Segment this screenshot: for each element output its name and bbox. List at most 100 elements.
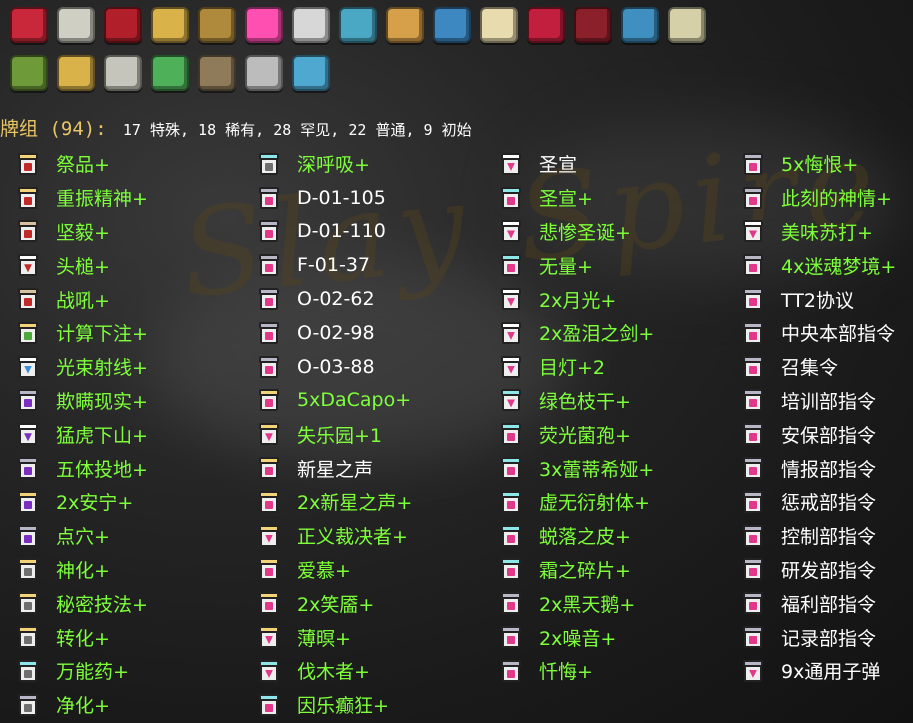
card-entry[interactable]: 点穴+ <box>0 519 148 553</box>
card-entry[interactable]: 美味苏打+ <box>725 215 896 249</box>
card-entry[interactable]: 深呼吸+ <box>241 147 412 181</box>
open-book-icon[interactable] <box>572 4 614 46</box>
card-entry[interactable]: 薄暝+ <box>241 620 412 654</box>
card-entry[interactable]: TT2协议 <box>725 282 896 316</box>
card-name: 头槌+ <box>56 255 110 278</box>
card-entry[interactable]: 无量+ <box>483 248 654 282</box>
card-entry[interactable]: 召集令 <box>725 350 896 384</box>
card-entry[interactable]: 祭品+ <box>0 147 148 181</box>
card-entry[interactable]: 圣宣 <box>483 147 654 181</box>
card-entry[interactable]: 万能药+ <box>0 654 148 688</box>
card-entry[interactable]: 悲惨圣诞+ <box>483 215 654 249</box>
card-entry[interactable]: 荧光菌孢+ <box>483 417 654 451</box>
card-entry[interactable]: 此刻的神情+ <box>725 181 896 215</box>
card-entry[interactable]: O-03-88 <box>241 350 412 384</box>
card-entry[interactable]: 5x悔恨+ <box>725 147 896 181</box>
red-shield-icon[interactable] <box>102 4 144 46</box>
card-entry[interactable]: 2x盈泪之剑+ <box>483 316 654 350</box>
card-entry[interactable]: 坚毅+ <box>0 215 148 249</box>
card-entry[interactable]: 正义裁决者+ <box>241 519 412 553</box>
wooden-board-icon[interactable] <box>196 52 238 94</box>
card-entry[interactable]: 目灯+2 <box>483 350 654 384</box>
feather-icon[interactable] <box>55 52 97 94</box>
card-entry[interactable]: 头槌+ <box>0 248 148 282</box>
card-entry[interactable]: 伐木者+ <box>241 654 412 688</box>
swirl-orb-icon[interactable] <box>525 4 567 46</box>
card-column: 祭品+ 重振精神+ 坚毅+ 头槌+ 战吼+ 计算下注+ 光束射线+ 欺瞒现实+ 猛虎下山+ 五体投… <box>0 147 148 722</box>
card-entry[interactable]: 爱慕+ <box>241 553 412 587</box>
card-entry[interactable]: 猛虎下山+ <box>0 417 148 451</box>
card-entry[interactable]: 中央本部指令 <box>725 316 896 350</box>
card-entry[interactable]: 绿色枝干+ <box>483 384 654 418</box>
card-entry[interactable]: 光束射线+ <box>0 350 148 384</box>
card-entry[interactable]: 2x噪音+ <box>483 620 654 654</box>
card-entry[interactable]: D-01-105 <box>241 181 412 215</box>
compass-icon[interactable] <box>196 4 238 46</box>
pin-cushion-icon[interactable] <box>337 4 379 46</box>
card-jar-icon <box>743 626 763 649</box>
card-entry[interactable]: 转化+ <box>0 620 148 654</box>
potted-flower-icon[interactable] <box>384 4 426 46</box>
card-entry[interactable]: 秘密技法+ <box>0 586 148 620</box>
card-jar-icon <box>743 288 763 311</box>
card-entry[interactable]: 失乐园+1 <box>241 417 412 451</box>
relic-shape <box>151 55 189 91</box>
card-entry[interactable]: 霜之碎片+ <box>483 553 654 587</box>
card-entry[interactable]: 净化+ <box>0 688 148 722</box>
green-urn-icon[interactable] <box>8 52 50 94</box>
card-entry[interactable]: 情报部指令 <box>725 451 896 485</box>
red-seal-icon[interactable] <box>8 4 50 46</box>
card-entry[interactable]: F-01-37 <box>241 248 412 282</box>
gold-leaves-icon[interactable] <box>149 4 191 46</box>
fish-bone-icon[interactable] <box>102 52 144 94</box>
card-name: 研发部指令 <box>781 559 877 582</box>
cleat-icon[interactable] <box>290 52 332 94</box>
card-entry[interactable]: 福利部指令 <box>725 586 896 620</box>
card-entry[interactable]: 新星之声 <box>241 451 412 485</box>
card-name: 福利部指令 <box>781 593 877 616</box>
card-entry[interactable]: 培训部指令 <box>725 384 896 418</box>
card-entry[interactable]: 2x黑天鹅+ <box>483 586 654 620</box>
card-entry[interactable]: 2x笑靥+ <box>241 586 412 620</box>
card-entry[interactable]: 蜕落之皮+ <box>483 519 654 553</box>
card-entry[interactable]: 因乐癫狂+ <box>241 688 412 722</box>
card-entry[interactable]: 2x安宁+ <box>0 485 148 519</box>
notebook-icon[interactable] <box>290 4 332 46</box>
card-entry[interactable]: 圣宣+ <box>483 181 654 215</box>
sticky-note-icon[interactable] <box>478 4 520 46</box>
card-name: 4x迷魂梦境+ <box>781 255 897 278</box>
relic-shape <box>104 55 142 91</box>
card-entry[interactable]: 欺瞒现实+ <box>0 384 148 418</box>
card-name: 神化+ <box>56 559 110 582</box>
card-entry[interactable]: 2x新星之声+ <box>241 485 412 519</box>
card-entry[interactable]: 计算下注+ <box>0 316 148 350</box>
card-entry[interactable]: 9x通用子弹 <box>725 654 896 688</box>
card-entry[interactable]: 研发部指令 <box>725 553 896 587</box>
card-entry[interactable]: 神化+ <box>0 553 148 587</box>
card-entry[interactable]: 控制部指令 <box>725 519 896 553</box>
syringe-icon[interactable] <box>243 52 285 94</box>
card-entry[interactable]: 重振精神+ <box>0 181 148 215</box>
card-name: 召集令 <box>781 357 839 380</box>
card-jar-icon <box>743 524 763 547</box>
card-entry[interactable]: 惩戒部指令 <box>725 485 896 519</box>
map-icon[interactable] <box>149 52 191 94</box>
card-entry[interactable]: 战吼+ <box>0 282 148 316</box>
card-entry[interactable]: 4x迷魂梦境+ <box>725 248 896 282</box>
card-entry[interactable]: O-02-98 <box>241 316 412 350</box>
card-entry[interactable]: 记录部指令 <box>725 620 896 654</box>
pink-flame-icon[interactable] <box>243 4 285 46</box>
card-entry[interactable]: 3x蕾蒂希娅+ <box>483 451 654 485</box>
anchor-icon[interactable] <box>431 4 473 46</box>
envelope-icon[interactable] <box>55 4 97 46</box>
card-entry[interactable]: 五体投地+ <box>0 451 148 485</box>
teacup-icon[interactable] <box>666 4 708 46</box>
card-entry[interactable]: O-02-62 <box>241 282 412 316</box>
bead-bracelet-icon[interactable] <box>619 4 661 46</box>
card-entry[interactable]: 2x月光+ <box>483 282 654 316</box>
card-entry[interactable]: 安保部指令 <box>725 417 896 451</box>
card-entry[interactable]: D-01-110 <box>241 215 412 249</box>
card-entry[interactable]: 忏悔+ <box>483 654 654 688</box>
card-entry[interactable]: 虚无衍射体+ <box>483 485 654 519</box>
card-entry[interactable]: 5xDaCapo+ <box>241 384 412 418</box>
